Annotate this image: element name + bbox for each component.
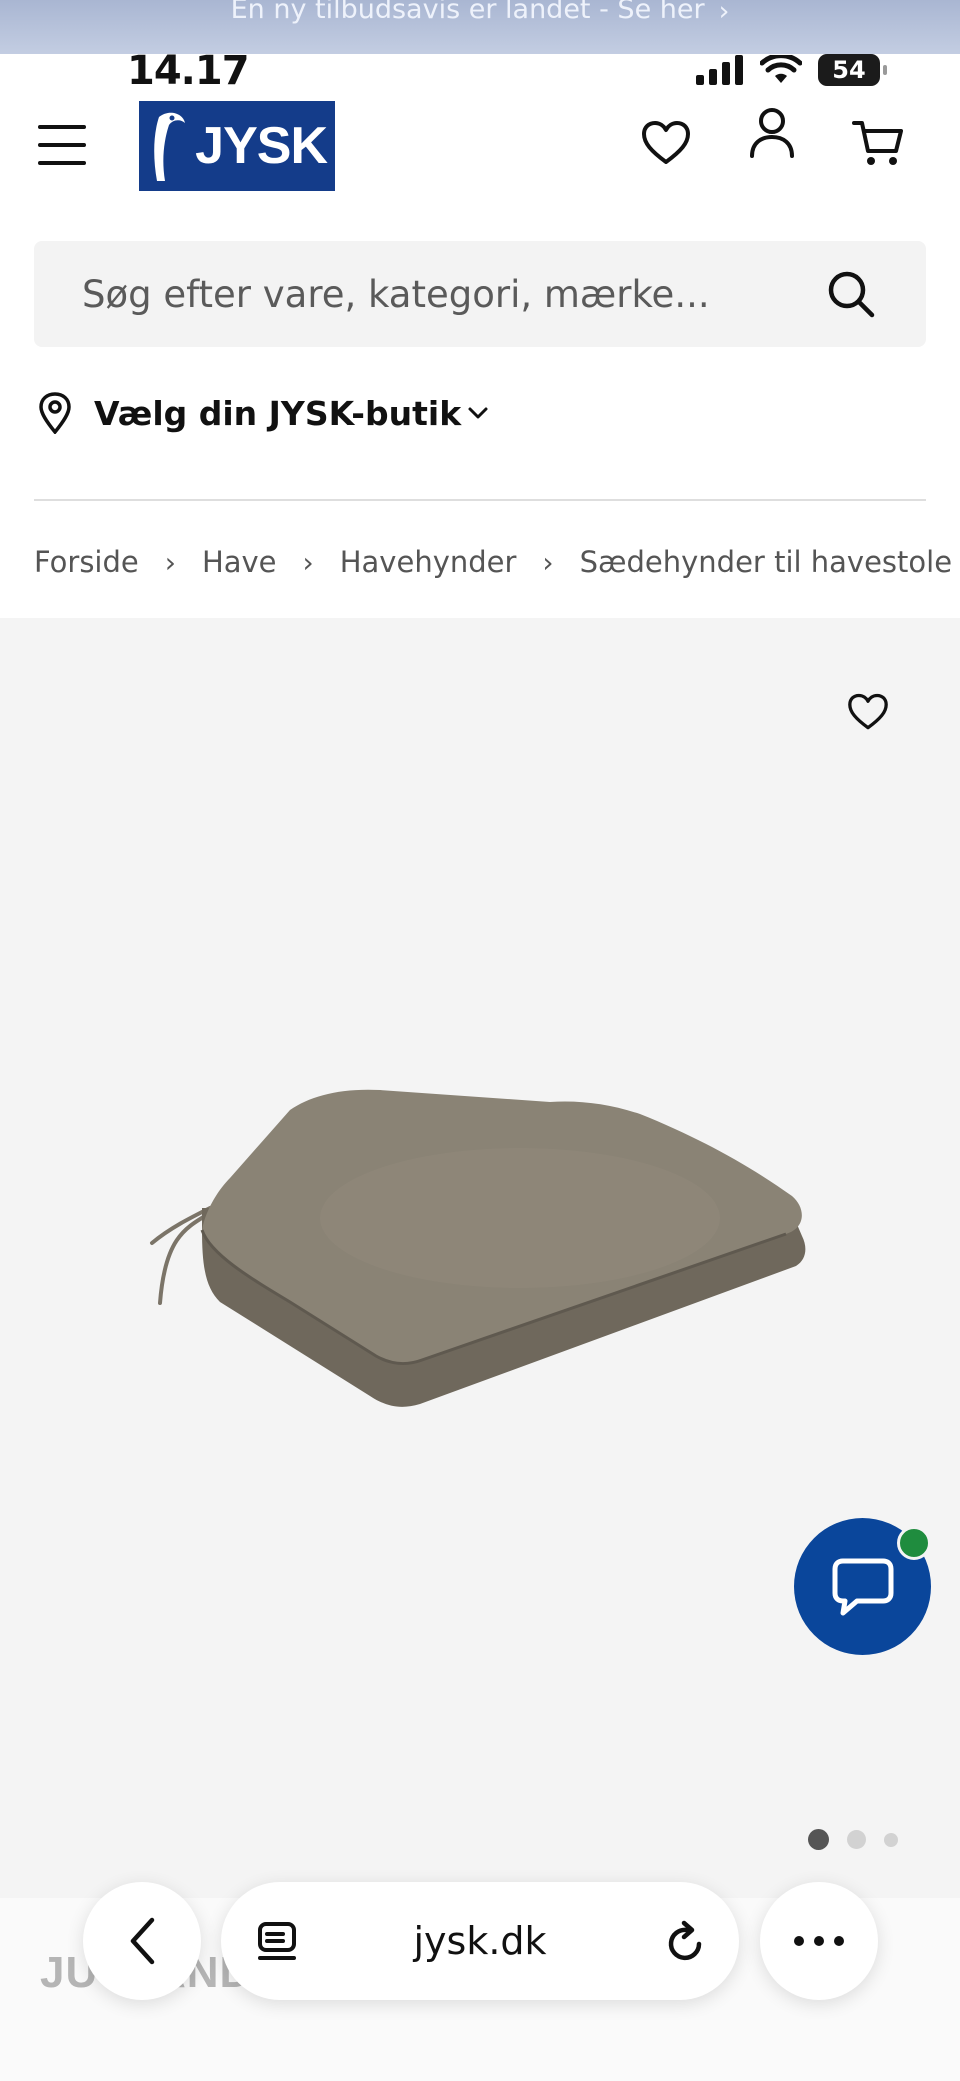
chevron-left-icon — [130, 1917, 155, 1965]
wifi-icon — [760, 55, 802, 83]
signal-icon — [696, 55, 743, 85]
user-icon[interactable] — [742, 103, 802, 163]
breadcrumb-item-have[interactable]: Have — [202, 545, 277, 579]
reload-icon[interactable] — [665, 1920, 707, 1964]
tabs-icon — [258, 1922, 296, 1960]
chat-button[interactable] — [794, 1518, 931, 1655]
battery-indicator: 54 — [818, 54, 887, 86]
chevron-down-icon — [468, 407, 488, 419]
breadcrumb-item-forside[interactable]: Forside — [34, 545, 139, 579]
divider — [34, 499, 926, 501]
back-button[interactable] — [83, 1882, 201, 2000]
url-text: jysk.dk — [413, 1919, 547, 1963]
chevron-right-icon: › — [542, 545, 554, 579]
logo-text: JYSK — [195, 117, 328, 175]
search-bar[interactable]: Søg efter vare, kategori, mærke... — [34, 241, 926, 347]
more-options-button[interactable] — [760, 1882, 878, 2000]
store-label: Vælg din JYSK-butik — [94, 393, 462, 433]
cart-icon[interactable] — [848, 113, 908, 173]
breadcrumb: Forside › Have › Havehynder › Sædehynder… — [34, 545, 960, 579]
location-pin-icon — [39, 392, 71, 434]
breadcrumb-item-havehynder[interactable]: Havehynder — [340, 545, 517, 579]
gallery-pagination — [808, 1829, 898, 1850]
browser-toolbar: jysk.dk — [0, 1880, 960, 2000]
more-dots-icon — [794, 1936, 844, 1946]
site-header: JYSK — [0, 95, 960, 205]
jysk-logo[interactable]: JYSK — [139, 101, 335, 191]
search-input[interactable]: Søg efter vare, kategori, mærke... — [82, 273, 710, 316]
promo-text: En ny tilbudsavis er landet - Se her — [230, 0, 705, 25]
status-time: 14.17 — [127, 48, 250, 94]
battery-level: 54 — [832, 56, 866, 84]
search-icon[interactable] — [824, 267, 878, 321]
address-bar[interactable]: jysk.dk — [221, 1882, 739, 2000]
gallery-dot-3[interactable] — [884, 1832, 898, 1847]
chevron-right-icon: › — [718, 0, 730, 27]
product-image — [150, 1089, 806, 1407]
promo-banner[interactable]: En ny tilbudsavis er landet - Se her › — [0, 0, 960, 54]
bird-logo-icon — [154, 112, 185, 181]
menu-icon[interactable] — [38, 125, 86, 165]
heart-icon[interactable] — [636, 113, 696, 173]
online-status-badge — [897, 1526, 931, 1560]
gallery-dot-2[interactable] — [847, 1830, 866, 1849]
chat-bubble-icon — [832, 1558, 893, 1615]
product-gallery[interactable] — [0, 618, 960, 1898]
breadcrumb-item-saedehynder[interactable]: Sædehynder til havestole — [580, 545, 952, 579]
status-indicators: 54 — [696, 54, 887, 86]
store-selector[interactable]: Vælg din JYSK-butik — [38, 392, 489, 434]
wishlist-heart-icon[interactable] — [838, 682, 898, 742]
gallery-dot-1[interactable] — [808, 1829, 829, 1850]
chevron-right-icon: › — [164, 545, 176, 579]
chevron-right-icon: › — [302, 545, 314, 579]
